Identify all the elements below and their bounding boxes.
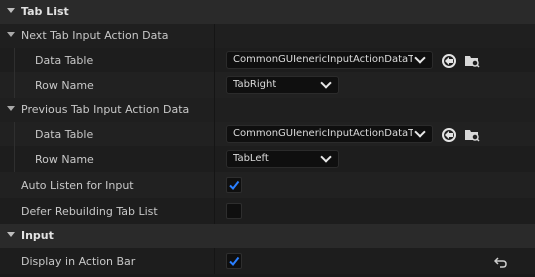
column-divider[interactable] bbox=[214, 172, 215, 198]
combo-value: TabLeft bbox=[233, 153, 269, 164]
collapse-arrow-icon[interactable] bbox=[7, 106, 15, 111]
property-row-next-row-name: Row Name TabRight bbox=[0, 72, 535, 98]
chevron-down-icon bbox=[320, 77, 332, 89]
property-label: Data Table bbox=[35, 54, 94, 67]
collapse-arrow-icon[interactable] bbox=[7, 32, 15, 37]
indent-guide bbox=[14, 72, 15, 98]
collapse-arrow-icon[interactable] bbox=[7, 232, 15, 237]
column-divider[interactable] bbox=[214, 24, 215, 48]
indent-guide bbox=[14, 122, 15, 146]
use-selected-asset-icon[interactable] bbox=[441, 53, 457, 69]
category-tab-list[interactable]: Tab List bbox=[0, 0, 535, 24]
group-label: Next Tab Input Action Data bbox=[21, 29, 169, 42]
property-label: Display in Action Bar bbox=[21, 255, 136, 268]
use-selected-asset-icon[interactable] bbox=[441, 127, 457, 143]
column-divider[interactable] bbox=[214, 98, 215, 122]
column-divider[interactable] bbox=[214, 248, 215, 274]
combo-value: CommonGUIenericInputActionDataTat bbox=[233, 54, 413, 65]
chevron-down-icon bbox=[414, 52, 426, 64]
combo-value: TabRight bbox=[233, 79, 277, 90]
column-divider[interactable] bbox=[214, 72, 215, 98]
group-label: Previous Tab Input Action Data bbox=[21, 103, 190, 116]
category-label: Tab List bbox=[21, 5, 69, 18]
checkmark-icon bbox=[229, 180, 240, 191]
browse-asset-folder-icon[interactable] bbox=[464, 127, 480, 143]
indent-guide bbox=[14, 48, 15, 72]
property-label: Auto Listen for Input bbox=[21, 179, 134, 192]
property-label: Row Name bbox=[35, 79, 94, 92]
chevron-down-icon bbox=[414, 126, 426, 138]
property-row-next-data-table: Data Table CommonGUIenericInputActionDat… bbox=[0, 48, 535, 72]
collapse-arrow-icon[interactable] bbox=[7, 8, 15, 13]
data-table-asset-picker[interactable]: CommonGUIenericInputActionDataTat bbox=[226, 51, 433, 69]
property-row-defer-rebuilding: Defer Rebuilding Tab List bbox=[0, 198, 535, 224]
defer-rebuilding-checkbox[interactable] bbox=[226, 203, 242, 219]
column-divider[interactable] bbox=[214, 198, 215, 224]
display-in-action-bar-checkbox[interactable] bbox=[226, 253, 242, 269]
property-row-previous-data-table: Data Table CommonGUIenericInputActionDat… bbox=[0, 122, 535, 146]
category-input[interactable]: Input bbox=[0, 224, 535, 248]
group-next-tab-input-action-data[interactable]: Next Tab Input Action Data bbox=[0, 24, 535, 48]
category-label: Input bbox=[21, 229, 54, 242]
auto-listen-checkbox[interactable] bbox=[226, 177, 242, 193]
column-divider[interactable] bbox=[214, 146, 215, 172]
data-table-asset-picker[interactable]: CommonGUIenericInputActionDataTat bbox=[226, 125, 433, 143]
column-divider[interactable] bbox=[214, 122, 215, 146]
chevron-down-icon bbox=[320, 151, 332, 163]
property-label: Row Name bbox=[35, 153, 94, 166]
indent-guide bbox=[14, 146, 15, 172]
property-label: Defer Rebuilding Tab List bbox=[21, 205, 158, 218]
row-name-combo[interactable]: TabRight bbox=[226, 76, 339, 94]
checkmark-icon bbox=[229, 256, 240, 267]
details-panel: Tab List Next Tab Input Action Data Data… bbox=[0, 0, 535, 277]
property-row-auto-listen: Auto Listen for Input bbox=[0, 172, 535, 198]
property-row-display-in-action-bar: Display in Action Bar bbox=[0, 248, 535, 274]
property-row-previous-row-name: Row Name TabLeft bbox=[0, 146, 535, 172]
group-previous-tab-input-action-data[interactable]: Previous Tab Input Action Data bbox=[0, 98, 535, 122]
browse-asset-folder-icon[interactable] bbox=[464, 53, 480, 69]
column-divider[interactable] bbox=[214, 48, 215, 72]
property-label: Data Table bbox=[35, 128, 94, 141]
combo-value: CommonGUIenericInputActionDataTat bbox=[233, 128, 413, 139]
reset-to-default-icon[interactable] bbox=[493, 256, 508, 268]
row-name-combo[interactable]: TabLeft bbox=[226, 150, 339, 168]
